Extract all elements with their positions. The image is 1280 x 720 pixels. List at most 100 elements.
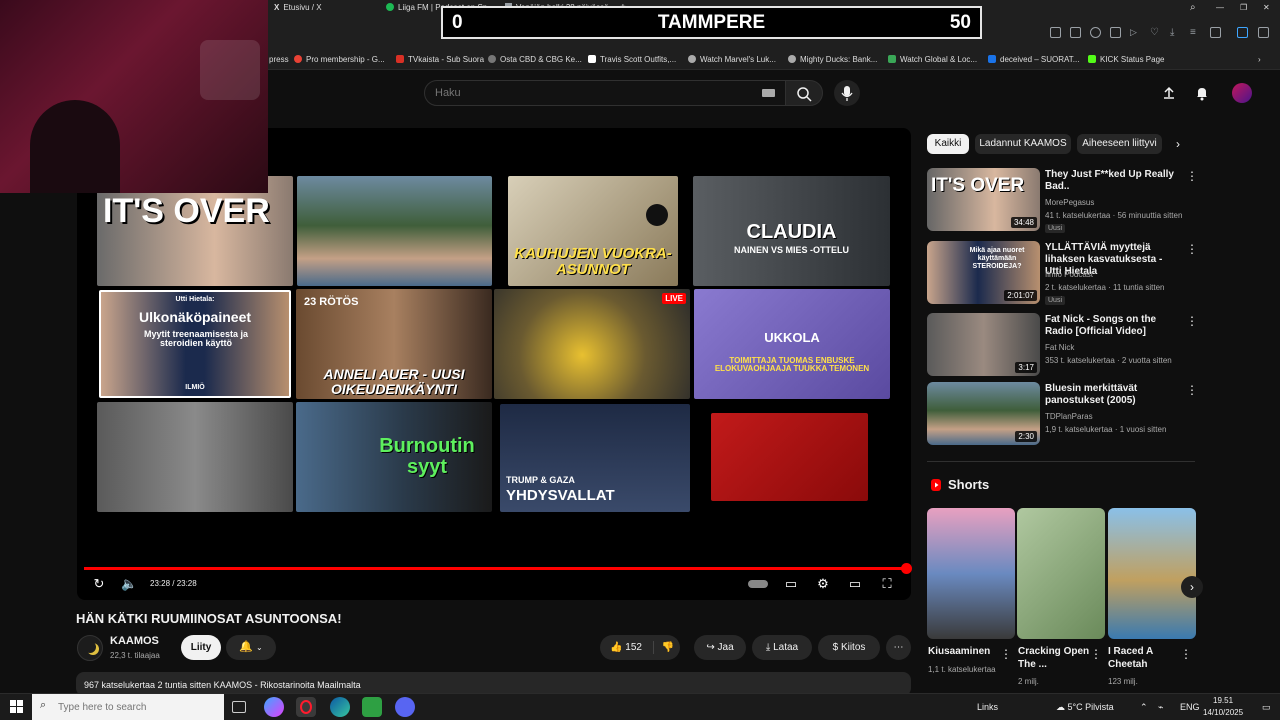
- rec-channel[interactable]: MorePegasus: [1045, 196, 1094, 209]
- more-bookmarks-icon[interactable]: ›: [1258, 53, 1261, 67]
- short-title[interactable]: Kiusaaminen: [928, 645, 1008, 658]
- join-button[interactable]: Liity: [181, 635, 221, 660]
- keyboard-icon[interactable]: [762, 89, 775, 97]
- minimize-icon[interactable]: —: [1216, 0, 1228, 16]
- chevron-right-icon[interactable]: ›: [1176, 137, 1180, 151]
- browser-tab[interactable]: X Etusivu / X: [274, 0, 374, 16]
- short-thumbnail[interactable]: [1017, 508, 1105, 639]
- bookmark[interactable]: KICK Status Page: [1088, 53, 1164, 67]
- endscreen-video[interactable]: 23 RÖTÖS ANNELI AUER - UUSI OIKEUDENKÄYN…: [296, 289, 492, 399]
- bookmark[interactable]: Watch Marvel's Luk...: [688, 53, 776, 67]
- more-vert-icon[interactable]: ⋮: [1000, 647, 1012, 661]
- dislike-button[interactable]: 👎: [656, 635, 680, 660]
- chip-related[interactable]: Aiheeseen liittyvi: [1077, 134, 1162, 154]
- rec-title[interactable]: Fat Nick - Songs on the Radio [Official …: [1045, 314, 1175, 338]
- bookmark[interactable]: Mighty Ducks: Bank...: [788, 53, 877, 67]
- search-button[interactable]: [785, 80, 823, 106]
- cube-icon[interactable]: [1110, 27, 1121, 38]
- more-vert-icon[interactable]: ⋮: [1180, 647, 1192, 661]
- windows-start-icon[interactable]: [10, 700, 24, 714]
- task-view-icon[interactable]: [232, 701, 246, 713]
- autoplay-toggle[interactable]: [748, 576, 768, 592]
- channel-name[interactable]: KAAMOS: [110, 635, 159, 647]
- short-thumbnail[interactable]: [927, 508, 1015, 639]
- upload-icon[interactable]: [1161, 85, 1177, 101]
- taskbar-search-input[interactable]: [58, 699, 218, 715]
- notifications-icon[interactable]: [1194, 85, 1210, 101]
- download-icon[interactable]: ⤓: [1170, 27, 1181, 38]
- search-tabs-icon[interactable]: ⌕: [1190, 0, 1202, 16]
- settings-gear-icon[interactable]: ⚙: [815, 576, 831, 592]
- bookmark[interactable]: press: [269, 53, 289, 67]
- language-indicator[interactable]: ENG: [1180, 702, 1200, 712]
- rec-channel[interactable]: TDPlanParas: [1045, 410, 1093, 423]
- copilot-icon[interactable]: [264, 697, 284, 717]
- bookmark[interactable]: deceived – SUORAT...: [988, 53, 1079, 67]
- bookmark[interactable]: Pro membership - G...: [294, 53, 385, 67]
- bookmark[interactable]: Travis Scott Outfits,...: [588, 53, 676, 67]
- rec-thumbnail[interactable]: 2:30: [927, 382, 1040, 445]
- rec-title[interactable]: Bluesin merkittävät panostukset (2005): [1045, 383, 1175, 407]
- notification-center-icon[interactable]: ▭: [1262, 702, 1271, 713]
- clock-date[interactable]: 14/10/2025: [1203, 708, 1243, 717]
- endscreen-video[interactable]: UKKOLA TOIMITTAJA TUOMAS ENBUSKE ELOKUVA…: [694, 289, 890, 399]
- extension-icon[interactable]: [1237, 27, 1248, 38]
- weather-widget[interactable]: ☁ 5°C Pilvista: [1056, 702, 1114, 713]
- endscreen-video[interactable]: [97, 402, 293, 512]
- rec-thumbnail[interactable]: 3:17: [927, 313, 1040, 376]
- network-icon[interactable]: ⌁: [1158, 702, 1163, 713]
- short-title[interactable]: Cracking Open The ...: [1018, 645, 1098, 671]
- shorts-next-button[interactable]: ›: [1181, 576, 1203, 598]
- progress-scrubber[interactable]: [901, 563, 912, 574]
- channel-avatar[interactable]: [77, 635, 103, 661]
- share-button[interactable]: ↪ Jaa: [694, 635, 746, 660]
- links-toolbar[interactable]: Links: [977, 702, 998, 712]
- discord-icon[interactable]: [395, 697, 415, 717]
- endscreen-video[interactable]: TRUMP & GAZA YHDYSVALLAT: [500, 404, 690, 512]
- notification-bell-button[interactable]: 🔔 ⌄: [226, 635, 276, 660]
- more-vert-icon[interactable]: ⋮: [1186, 383, 1198, 397]
- rec-thumbnail[interactable]: Mikä ajaa nuoret käyttämään STEROIDEJA? …: [927, 241, 1040, 304]
- app-icon[interactable]: [362, 697, 382, 717]
- maximize-icon[interactable]: ❐: [1240, 0, 1252, 16]
- subtitles-icon[interactable]: ▭: [783, 576, 799, 592]
- voice-search-button[interactable]: [834, 80, 860, 106]
- more-actions-button[interactable]: ⋯: [886, 635, 911, 660]
- bookmark[interactable]: Watch Global & Loc...: [888, 53, 977, 67]
- more-vert-icon[interactable]: ⋮: [1090, 647, 1102, 661]
- endscreen-video[interactable]: Burnoutin syyt: [296, 402, 492, 512]
- more-vert-icon[interactable]: ⋮: [1186, 314, 1198, 328]
- chip-channel[interactable]: Ladannut KAAMOS: [975, 134, 1071, 154]
- endscreen-video[interactable]: KAUHUJEN VUOKRA-ASUNNOT: [508, 176, 678, 286]
- endscreen-video[interactable]: [711, 413, 868, 501]
- close-icon[interactable]: ✕: [1263, 0, 1275, 16]
- account-avatar[interactable]: [1232, 83, 1252, 103]
- menu-icon[interactable]: ≡: [1190, 27, 1201, 38]
- camera-icon[interactable]: [1070, 27, 1081, 38]
- replay-icon[interactable]: ↻: [91, 576, 107, 592]
- tray-overflow-icon[interactable]: ⌃: [1140, 702, 1148, 713]
- like-button[interactable]: 👍 152: [600, 635, 652, 660]
- rec-channel[interactable]: Ilmiö Podcast: [1045, 268, 1093, 281]
- play-icon[interactable]: ▷: [1130, 27, 1141, 38]
- short-thumbnail[interactable]: [1108, 508, 1196, 639]
- more-vert-icon[interactable]: ⋮: [1186, 169, 1198, 183]
- clock-time[interactable]: 19.51: [1213, 696, 1233, 705]
- chip-all[interactable]: Kaikki: [927, 134, 969, 154]
- theater-mode-icon[interactable]: ▭: [847, 576, 863, 592]
- rec-thumbnail[interactable]: IT'S OVER 34:48: [927, 168, 1040, 231]
- heart-icon[interactable]: ♡: [1150, 27, 1161, 38]
- edit-icon[interactable]: [1050, 27, 1061, 38]
- shield-icon[interactable]: [1090, 27, 1101, 38]
- bookmark[interactable]: Osta CBD & CBG Ke...: [488, 53, 582, 67]
- search-input[interactable]: [435, 85, 735, 101]
- opera-app[interactable]: [296, 697, 316, 717]
- endscreen-video[interactable]: Utti Hietala: Ulkonäköpaineet Myytit tre…: [99, 290, 291, 398]
- endscreen-video[interactable]: CLAUDIA NAINEN VS MIES -OTTELU: [693, 176, 890, 286]
- endscreen-video[interactable]: LIVE: [494, 289, 690, 399]
- rec-title[interactable]: They Just F**ked Up Really Bad..: [1045, 169, 1175, 193]
- taskbar-search[interactable]: ⌕: [32, 694, 224, 720]
- download-button[interactable]: ⤓ Lataa: [752, 635, 812, 660]
- bookmark[interactable]: TVkaista - Sub Suora: [396, 53, 484, 67]
- short-title[interactable]: I Raced A Cheetah: [1108, 645, 1188, 671]
